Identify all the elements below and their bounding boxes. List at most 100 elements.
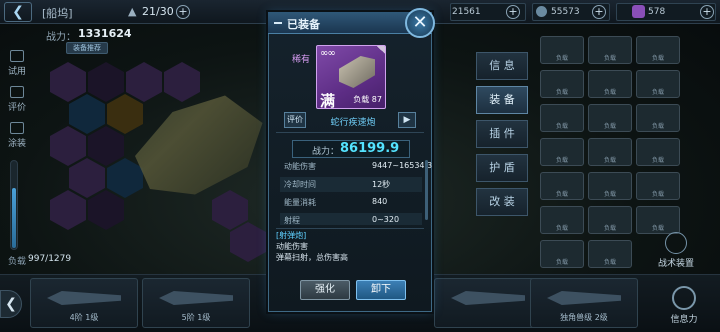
fleet-power-value: 1331624	[78, 27, 132, 40]
paint-button[interactable]: 涂装	[2, 122, 32, 149]
divider	[276, 132, 424, 133]
load-value: 997/1279	[28, 254, 72, 264]
ship-thumbnail	[451, 291, 525, 305]
hex-slot[interactable]	[212, 190, 248, 230]
item-load: 负载 87	[353, 95, 382, 104]
hex-slot[interactable]	[164, 62, 200, 102]
tab-shield[interactable]: 护 盾	[476, 154, 528, 182]
unload-button[interactable]: 卸下	[356, 280, 406, 300]
equip-slot[interactable]: 负载	[540, 138, 584, 166]
add-ship-button[interactable]: +	[176, 5, 190, 19]
hex-slot[interactable]	[88, 190, 124, 230]
tab-plugins[interactable]: 插 件	[476, 120, 528, 148]
load-label: 负载	[8, 257, 27, 267]
equip-slot[interactable]: 负载	[588, 138, 632, 166]
hex-slot[interactable]	[69, 94, 105, 134]
info-power-button[interactable]: 信息力	[660, 286, 708, 325]
equip-slot[interactable]: 负载	[636, 104, 680, 132]
divider	[276, 228, 424, 229]
ship-card[interactable]: 4阶 1级	[30, 278, 138, 328]
stat-key: 冷却时间	[284, 180, 316, 189]
tactical-device-button[interactable]: 战术装置	[648, 232, 704, 269]
ship-card[interactable]	[434, 278, 542, 328]
equip-slot[interactable]: 负载	[588, 104, 632, 132]
add-resource-3-button[interactable]: +	[700, 5, 714, 19]
equip-slot[interactable]: 负载	[540, 36, 584, 64]
tactical-device-icon	[665, 232, 687, 254]
review-side-label: 评价	[7, 103, 26, 113]
item-description: [射弹炮] 动能伤害 弹幕扫射，总伤害高	[276, 230, 426, 270]
weapon-type: [射弹炮]	[276, 231, 307, 240]
ship-count: 21/30	[142, 5, 174, 18]
resource-value-3: 578	[648, 7, 666, 17]
equipment-recommend-button[interactable]: 装备推荐	[66, 42, 108, 54]
hex-slot[interactable]	[50, 62, 86, 102]
tab-equipment[interactable]: 装 备	[476, 86, 528, 114]
equip-slot[interactable]: 负载	[540, 206, 584, 234]
back-button[interactable]: ❮	[4, 2, 32, 22]
equip-slot[interactable]: 负载	[588, 240, 632, 268]
stat-value: 12秒	[372, 180, 391, 189]
equip-slot[interactable]: 负载	[588, 70, 632, 98]
equip-slot[interactable]: 负载	[636, 172, 680, 200]
title-dash-icon	[274, 22, 282, 24]
close-button[interactable]: ✕	[405, 8, 435, 38]
equip-slot[interactable]: 负载	[588, 36, 632, 64]
ship-card-label: 独角兽级 2级	[560, 313, 608, 322]
trial-button[interactable]: 试用	[2, 50, 32, 77]
hex-slot[interactable]	[107, 94, 143, 134]
review-button[interactable]: 评价	[284, 112, 306, 128]
equip-slot[interactable]: 负载	[540, 172, 584, 200]
equip-slot[interactable]: 负载	[636, 206, 680, 234]
hex-slot[interactable]	[107, 158, 143, 198]
stat-key: 能量消耗	[284, 198, 316, 207]
cannon-icon	[339, 56, 375, 88]
gem-icon	[632, 5, 645, 18]
trial-label: 试用	[7, 67, 26, 77]
hex-slot[interactable]	[230, 222, 266, 262]
ship-thumbnail	[159, 291, 233, 305]
play-icon: ▶	[403, 115, 411, 125]
stat-key: 射程	[284, 216, 300, 225]
rarity-label: 稀有	[292, 55, 311, 65]
hex-slot[interactable]	[88, 62, 124, 102]
play-button[interactable]: ▶	[398, 112, 416, 128]
load-bar	[10, 160, 18, 250]
tab-info[interactable]: 信 息	[476, 52, 528, 80]
hex-slot[interactable]	[50, 190, 86, 230]
equip-slot[interactable]: 负载	[540, 70, 584, 98]
crystal-icon	[536, 6, 547, 17]
add-resource-1-button[interactable]: +	[506, 5, 520, 19]
review-side-button[interactable]: 评价	[2, 86, 32, 113]
hex-slot[interactable]	[50, 126, 86, 166]
equip-slot[interactable]: 负载	[540, 104, 584, 132]
equip-slot[interactable]: 负载	[588, 206, 632, 234]
paint-icon	[10, 122, 24, 134]
dialog-title: 已装备	[287, 18, 320, 31]
item-card[interactable]: ∞∞ 满 负载 87	[316, 45, 386, 109]
equip-slot[interactable]: 负载	[540, 240, 584, 268]
ship-card[interactable]: 5阶 1级	[142, 278, 250, 328]
hex-slot[interactable]	[69, 158, 105, 198]
item-name: 蛇行疾速炮	[330, 118, 376, 128]
review-icon	[10, 86, 24, 98]
trial-icon	[10, 50, 24, 62]
stat-row: 冷却时间 12秒	[280, 177, 422, 192]
corner-mark-icon	[377, 46, 385, 54]
strengthen-button[interactable]: 强化	[300, 280, 350, 300]
hex-slot[interactable]	[126, 62, 162, 102]
stats-scrollbar[interactable]	[425, 160, 428, 220]
stat-key: 动能伤害	[284, 162, 316, 171]
stat-value: 840	[372, 197, 388, 206]
weapon-description: 弹幕扫射，总伤害高	[276, 253, 348, 262]
equip-slot[interactable]: 负载	[636, 70, 680, 98]
equip-slot[interactable]: 负载	[636, 36, 680, 64]
equip-slot[interactable]: 负载	[588, 172, 632, 200]
ship-card[interactable]: 独角兽级 2级	[530, 278, 638, 328]
tier-icon: ∞∞	[320, 48, 336, 59]
tab-modify[interactable]: 改 装	[476, 188, 528, 216]
resource-value-1: 21561	[452, 7, 481, 17]
hex-slot[interactable]	[88, 126, 124, 166]
equip-slot[interactable]: 负载	[636, 138, 680, 166]
add-resource-2-button[interactable]: +	[592, 5, 606, 19]
